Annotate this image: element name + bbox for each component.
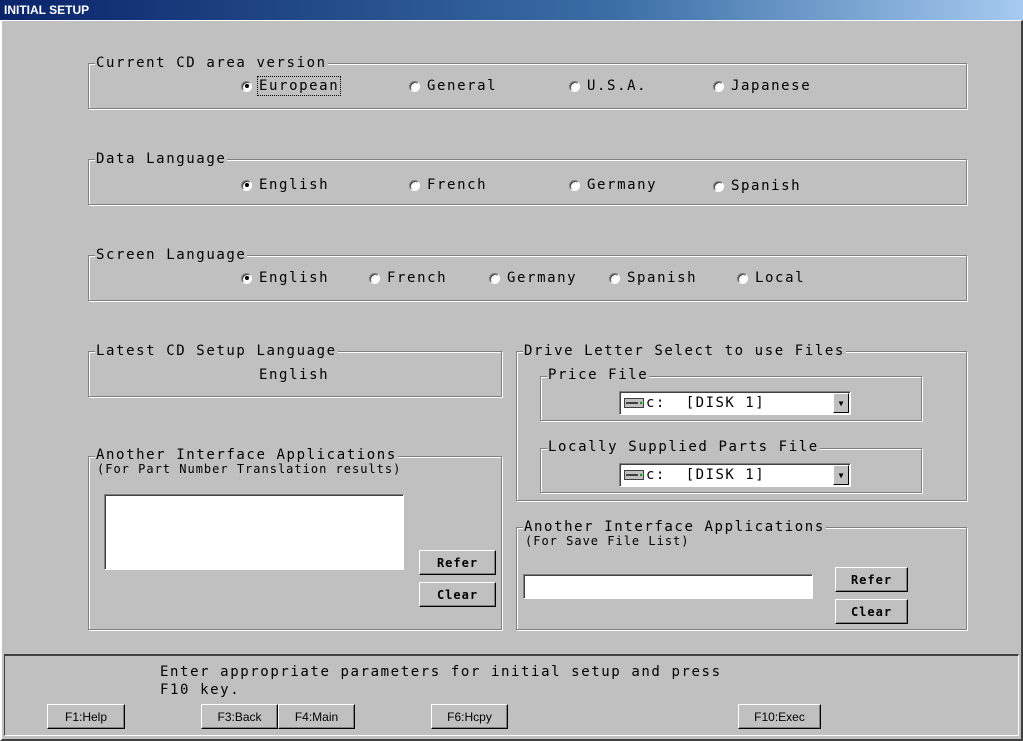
f1-help-button[interactable]: F1:Help [47, 704, 125, 729]
radio-icon [713, 180, 724, 192]
radio-icon [409, 80, 420, 92]
status-message-line1: Enter appropriate parameters for initial… [160, 664, 722, 680]
parts-file-drive-value: c: [DISK 1] [646, 467, 766, 483]
radio-label: French [427, 177, 488, 193]
f3-back-button[interactable]: F3:Back [201, 704, 278, 729]
interface-right-clear-button[interactable]: Clear [835, 599, 908, 624]
radio-label: European [256, 76, 342, 96]
radio-label: English [259, 177, 330, 193]
radio-icon [713, 80, 724, 92]
interface-left-refer-button[interactable]: Refer [419, 550, 496, 575]
radio-cd-japanese[interactable]: Japanese [713, 78, 811, 94]
radio-cd-european[interactable]: European [241, 76, 342, 96]
interface-right-legend: Another Interface Applications [523, 519, 826, 535]
radio-label: English [259, 270, 330, 286]
radio-data-english[interactable]: English [241, 177, 329, 193]
price-file-legend: Price File [547, 367, 650, 383]
radio-label: French [387, 270, 448, 286]
radio-icon [369, 272, 380, 284]
data-language-legend: Data Language [95, 151, 228, 167]
radio-icon [609, 272, 620, 284]
radio-selected-icon [241, 80, 252, 92]
interface-left-subtitle: (For Part Number Translation results) [97, 462, 402, 476]
price-file-drive-value: c: [DISK 1] [646, 395, 766, 411]
screen-language-legend: Screen Language [95, 247, 248, 263]
interface-left-textarea[interactable] [104, 494, 404, 570]
interface-right-subtitle: (For Save File List) [525, 534, 690, 548]
parts-file-drive-select[interactable]: c: [DISK 1] ▼ [619, 463, 851, 487]
title-bar: INITIAL SETUP [0, 0, 1023, 20]
interface-left-legend: Another Interface Applications [95, 447, 398, 463]
radio-label: Japanese [731, 78, 812, 94]
radio-selected-icon [241, 179, 252, 191]
radio-icon [489, 272, 500, 284]
combo-value: c: [DISK 1] [620, 395, 833, 411]
radio-label: Germany [587, 177, 658, 193]
radio-cd-general[interactable]: General [409, 78, 497, 94]
radio-data-spanish[interactable]: Spanish [713, 178, 801, 194]
chevron-down-icon[interactable]: ▼ [833, 465, 849, 485]
drive-icon [624, 470, 644, 480]
interface-right-input[interactable] [523, 574, 813, 599]
interface-right-refer-button[interactable]: Refer [835, 567, 908, 592]
radio-label: U.S.A. [587, 78, 648, 94]
price-file-drive-select[interactable]: c: [DISK 1] ▼ [619, 391, 851, 415]
radio-label: Germany [507, 270, 578, 286]
radio-screen-germany[interactable]: Germany [489, 270, 577, 286]
cd-area-legend: Current CD area version [95, 55, 328, 71]
radio-icon [569, 80, 580, 92]
radio-screen-local[interactable]: Local [737, 270, 805, 286]
parts-file-legend: Locally Supplied Parts File [547, 439, 820, 455]
status-message-line2: F10 key. [160, 682, 241, 698]
radio-selected-icon [241, 272, 252, 284]
radio-data-germany[interactable]: Germany [569, 177, 657, 193]
radio-label: Spanish [627, 270, 698, 286]
window-title: INITIAL SETUP [4, 3, 90, 17]
radio-screen-spanish[interactable]: Spanish [609, 270, 697, 286]
combo-value: c: [DISK 1] [620, 467, 833, 483]
drive-select-legend: Drive Letter Select to use Files [523, 343, 846, 359]
radio-screen-french[interactable]: French [369, 270, 447, 286]
radio-screen-english[interactable]: English [241, 270, 329, 286]
drive-icon [624, 398, 644, 408]
radio-cd-usa[interactable]: U.S.A. [569, 78, 647, 94]
radio-label: General [427, 78, 498, 94]
latest-cd-value: English [259, 367, 330, 383]
radio-icon [737, 272, 748, 284]
radio-data-french[interactable]: French [409, 177, 487, 193]
radio-icon [569, 179, 580, 191]
radio-label: Spanish [731, 178, 802, 194]
f10-exec-button[interactable]: F10:Exec [738, 704, 821, 729]
chevron-down-icon[interactable]: ▼ [833, 393, 849, 413]
radio-label: Local [755, 270, 806, 286]
f6-hcpy-button[interactable]: F6:Hcpy [431, 704, 508, 729]
f4-main-button[interactable]: F4:Main [278, 704, 355, 729]
interface-left-clear-button[interactable]: Clear [419, 582, 496, 607]
latest-cd-legend: Latest CD Setup Language [95, 343, 338, 359]
radio-icon [409, 179, 420, 191]
